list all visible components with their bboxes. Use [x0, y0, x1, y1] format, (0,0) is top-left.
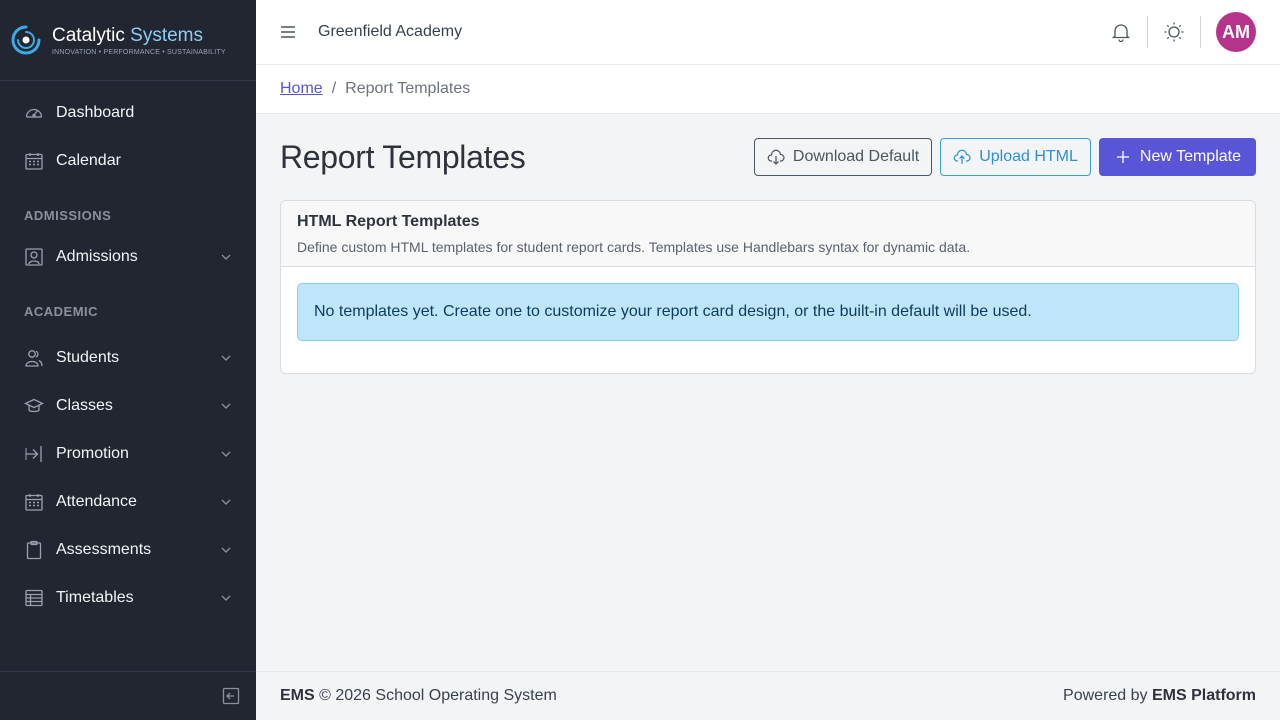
top-header: Greenfield Academy AM [256, 0, 1280, 65]
sidebar-item-students[interactable]: Students [0, 334, 256, 382]
chevron-down-icon [221, 254, 231, 260]
cloud-download-icon [767, 149, 785, 165]
sun-theme-icon[interactable] [1163, 21, 1185, 43]
graduation-cap-icon [24, 396, 44, 416]
sidebar-item-assessments[interactable]: Assessments [0, 526, 256, 574]
sidebar-section-academic: ACADEMIC [24, 303, 99, 319]
breadcrumb-home-link[interactable]: Home [280, 80, 323, 98]
bell-icon[interactable] [1110, 21, 1132, 43]
sidebar-item-label: Timetables [56, 589, 134, 606]
calendar-icon [24, 151, 44, 171]
people-icon [24, 348, 44, 368]
clipboard-icon [24, 540, 44, 560]
footer-brand: EMS [280, 687, 315, 704]
download-default-label: Download Default [792, 148, 920, 165]
empty-state-alert: No templates yet. Create one to customiz… [297, 283, 1239, 341]
chevron-down-icon [221, 403, 231, 409]
sidebar: Catalytic Systems INNOVATION • PERFORMAN… [0, 0, 256, 720]
plus-icon [1116, 151, 1129, 163]
hamburger-menu-icon[interactable] [278, 22, 298, 42]
footer-powered-prefix: Powered by [1063, 687, 1152, 704]
footer-powered-by: Powered by EMS Platform [1063, 687, 1256, 705]
sidebar-footer [0, 671, 256, 720]
card-title: HTML Report Templates [297, 213, 480, 230]
sidebar-item-dashboard[interactable]: Dashboard [0, 89, 256, 137]
table-icon [24, 588, 44, 608]
sidebar-section-admissions: ADMISSIONS [24, 207, 112, 223]
page-actions: Download Default Upload HTML New Templat… [753, 138, 1256, 176]
upload-html-button[interactable]: Upload HTML [940, 138, 1091, 176]
sidebar-item-calendar[interactable]: Calendar [0, 137, 256, 185]
breadcrumb-current: Report Templates [345, 80, 471, 97]
brand-name-primary: Catalytic [52, 24, 125, 46]
main-content: Report Templates Download Default Upload… [256, 114, 1280, 671]
sidebar-item-promotion[interactable]: Promotion [0, 430, 256, 478]
card-description: Define custom HTML templates for student… [297, 239, 971, 255]
chevron-down-icon [221, 355, 231, 361]
page-title: Report Templates [280, 138, 526, 175]
brand-tagline: INNOVATION • PERFORMANCE • SUSTAINABILIT… [52, 48, 226, 56]
brand-name: Catalytic Systems [52, 25, 226, 47]
page-footer: EMS © 2026 School Operating System Power… [256, 671, 1280, 720]
sidebar-item-label: Assessments [56, 541, 152, 558]
card-body: No templates yet. Create one to customiz… [281, 267, 1255, 373]
catalytic-logo-icon [11, 25, 41, 55]
footer-copyright: EMS © 2026 School Operating System [280, 687, 557, 705]
sidebar-item-label: Attendance [56, 493, 137, 510]
avatar[interactable]: AM [1216, 12, 1256, 52]
sidebar-item-label: Dashboard [56, 104, 135, 121]
arrow-right-icon [24, 444, 44, 464]
download-default-button[interactable]: Download Default [753, 138, 933, 176]
card-header: HTML Report Templates Define custom HTML… [281, 201, 1255, 267]
sidebar-item-label: Calendar [56, 152, 121, 169]
chevron-down-icon [221, 595, 231, 601]
sidebar-nav: Dashboard Calendar ADMISSIONS Admissions… [0, 81, 256, 622]
speedometer-icon [24, 103, 44, 123]
footer-copyright-text: © 2026 School Operating System [314, 687, 557, 704]
header-divider [1147, 16, 1148, 48]
sidebar-item-admissions[interactable]: Admissions [0, 233, 256, 281]
sidebar-item-label: Promotion [56, 445, 129, 462]
sidebar-item-label: Classes [56, 397, 113, 414]
breadcrumb: Home / Report Templates [256, 65, 1280, 114]
new-template-label: New Template [1139, 148, 1241, 165]
chevron-down-icon [221, 451, 231, 457]
footer-platform-link[interactable]: EMS Platform [1152, 687, 1256, 704]
chevron-down-icon [221, 547, 231, 553]
chevron-down-icon [221, 499, 231, 505]
header-divider [1200, 16, 1201, 48]
upload-html-label: Upload HTML [979, 148, 1078, 165]
breadcrumb-separator: / [331, 80, 337, 97]
templates-card: HTML Report Templates Define custom HTML… [280, 200, 1256, 374]
sidebar-item-attendance[interactable]: Attendance [0, 478, 256, 526]
calendar-grid-icon [24, 492, 44, 512]
user-card-icon [24, 247, 44, 267]
sidebar-item-label: Students [56, 349, 120, 366]
page-header: Report Templates Download Default Upload… [280, 114, 1256, 200]
sidebar-item-label: Admissions [56, 248, 138, 265]
brand-name-accent: Systems [130, 24, 203, 46]
organization-name: Greenfield Academy [318, 23, 463, 40]
new-template-button[interactable]: New Template [1098, 138, 1256, 176]
brand[interactable]: Catalytic Systems INNOVATION • PERFORMAN… [0, 0, 256, 81]
sidebar-item-timetables[interactable]: Timetables [0, 574, 256, 622]
cloud-upload-icon [953, 149, 971, 164]
sidebar-item-classes[interactable]: Classes [0, 382, 256, 430]
collapse-sidebar-icon[interactable] [222, 687, 240, 705]
